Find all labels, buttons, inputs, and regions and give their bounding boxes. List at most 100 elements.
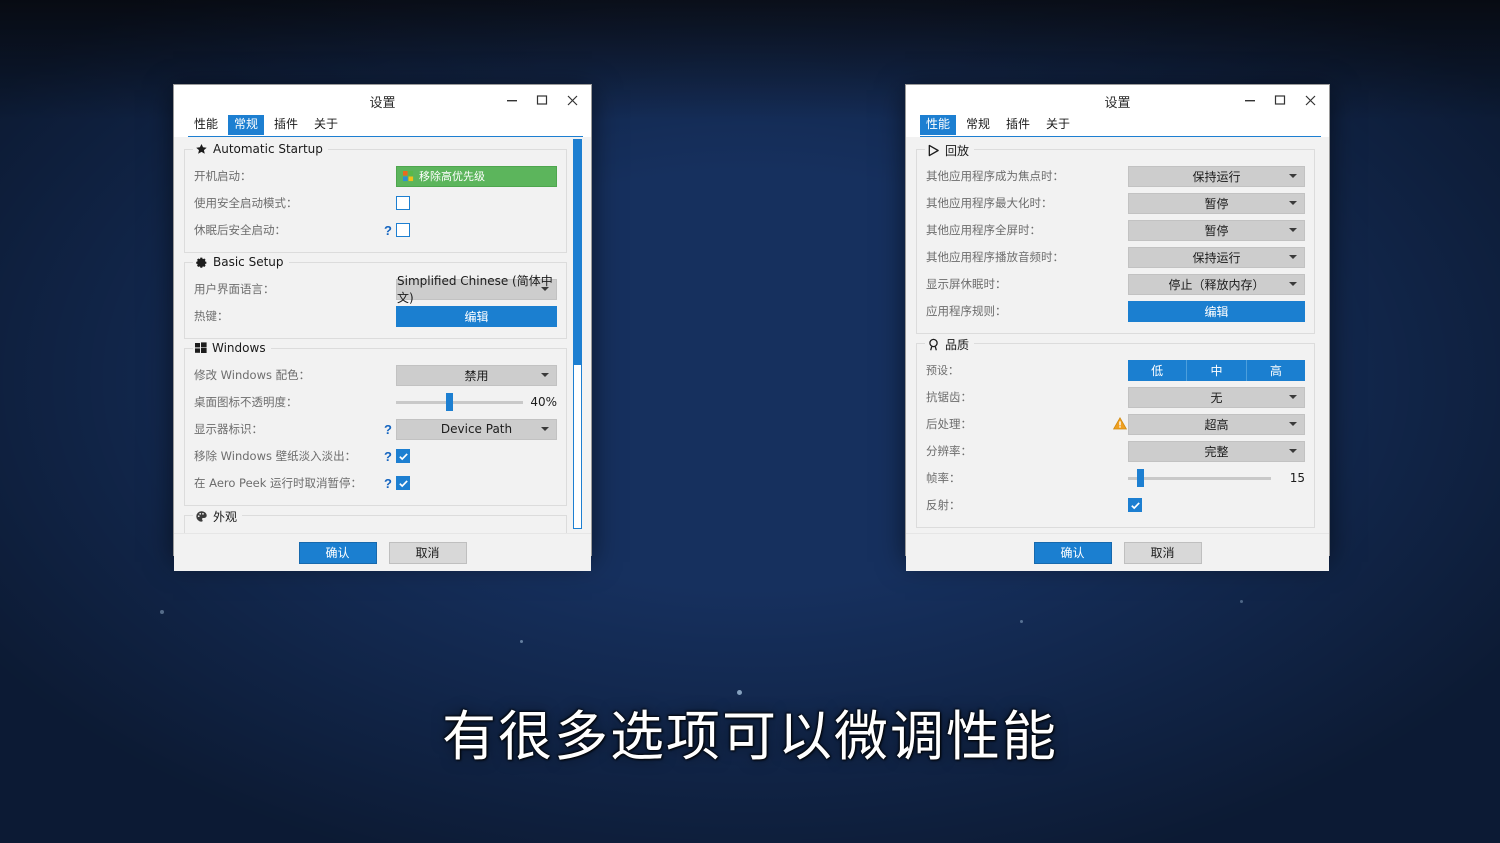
- row-label: 桌面图标不透明度：: [194, 395, 298, 409]
- tab-plugins[interactable]: 插件: [268, 115, 304, 135]
- row-control: [396, 476, 557, 490]
- slider-knob[interactable]: [445, 393, 453, 411]
- combo-value: 无: [1210, 390, 1223, 405]
- help-icon[interactable]: ?: [384, 422, 392, 437]
- row-reflection: 反射：: [926, 492, 1305, 518]
- minimize-button[interactable]: [1235, 87, 1265, 113]
- row-label: 其他应用程序全屏时：: [926, 223, 1041, 237]
- slider-knob[interactable]: [1136, 469, 1144, 487]
- maximize-button[interactable]: [1265, 87, 1295, 113]
- desktop-icon-opacity-slider[interactable]: [396, 392, 523, 412]
- maximize-button[interactable]: [527, 87, 557, 113]
- right-window-titlebar[interactable]: 设置: [906, 85, 1329, 115]
- row-other-app-maximized: 其他应用程序最大化时： 暂停: [926, 190, 1305, 216]
- row-control: Simplified Chinese (简体中文): [396, 274, 557, 305]
- tab-performance[interactable]: 性能: [920, 115, 957, 135]
- cancel-button[interactable]: 取消: [388, 541, 467, 564]
- close-button[interactable]: [1295, 87, 1325, 113]
- right-window-controls: [1235, 85, 1325, 115]
- app-rules-edit-button[interactable]: 编辑: [1128, 300, 1305, 322]
- safe-start-after-hibernate-checkbox[interactable]: [396, 223, 410, 237]
- monitor-identification-select[interactable]: Device Path: [396, 418, 557, 440]
- row-resolution: 分辨率： 完整: [926, 438, 1305, 464]
- aero-peek-unpause-checkbox[interactable]: [396, 476, 410, 490]
- row-label: 在 Aero Peek 运行时取消暂停：: [194, 476, 363, 490]
- left-window-controls: [497, 85, 587, 115]
- settings-window-performance[interactable]: 设置 性能 常规 插件 关于 回放 其他应用程序成为焦点时： 保持运行 其他应用…: [905, 84, 1330, 571]
- row-other-app-focused: 其他应用程序成为焦点时： 保持运行: [926, 163, 1305, 189]
- help-icon[interactable]: ?: [384, 449, 392, 464]
- remove-high-priority-button[interactable]: 移除高优先级: [396, 165, 557, 187]
- ok-button[interactable]: 确认: [298, 541, 377, 564]
- windows-color-select[interactable]: 禁用: [396, 364, 557, 386]
- row-control: 超高: [1128, 413, 1305, 435]
- postprocessing-select[interactable]: 超高: [1128, 413, 1305, 435]
- close-button[interactable]: [557, 87, 587, 113]
- row-control: 禁用: [396, 364, 557, 386]
- combo-value: 保持运行: [1192, 250, 1241, 265]
- row-safe-start-mode: 使用安全启动模式：: [194, 190, 557, 216]
- right-window-tabbar[interactable]: 性能 常规 插件 关于: [906, 115, 1329, 138]
- row-display-sleep: 显示屏休眠时： 停止（释放内存）: [926, 271, 1305, 297]
- row-control: 无: [1128, 386, 1305, 408]
- ok-button[interactable]: 确认: [1033, 541, 1112, 564]
- row-postprocessing: 后处理： 超高: [926, 411, 1305, 437]
- group-title-playback: 回放: [925, 142, 975, 159]
- hotkeys-edit-button[interactable]: 编辑: [396, 305, 557, 327]
- other-app-maximized-select[interactable]: 暂停: [1128, 192, 1305, 214]
- row-label: 开机启动：: [194, 169, 252, 183]
- remove-wallpaper-fade-checkbox[interactable]: [396, 449, 410, 463]
- other-app-audio-select[interactable]: 保持运行: [1128, 246, 1305, 268]
- scrollbar-thumb[interactable]: [574, 140, 581, 366]
- group-basic-setup: Basic Setup 用户界面语言： Simplified Chinese (…: [184, 255, 567, 339]
- row-label: 抗锯齿：: [926, 390, 972, 404]
- row-control: 编辑: [1128, 300, 1305, 322]
- minimize-button[interactable]: [497, 87, 527, 113]
- reflection-checkbox[interactable]: [1128, 498, 1142, 512]
- other-app-focused-select[interactable]: 保持运行: [1128, 165, 1305, 187]
- display-sleep-select[interactable]: 停止（释放内存）: [1128, 273, 1305, 295]
- cancel-button[interactable]: 取消: [1123, 541, 1202, 564]
- tab-general[interactable]: 常规: [228, 115, 265, 135]
- preset-medium-button[interactable]: 中: [1187, 359, 1247, 381]
- left-content-scrollbar[interactable]: [573, 139, 582, 529]
- tab-general[interactable]: 常规: [960, 115, 996, 135]
- preset-low-button[interactable]: 低: [1128, 359, 1188, 381]
- chevron-down-icon: [1289, 174, 1297, 178]
- chevron-down-icon: [1289, 201, 1297, 205]
- help-icon[interactable]: ?: [384, 223, 392, 238]
- group-title-basic-setup: Basic Setup: [193, 255, 289, 269]
- group-label: 外观: [213, 510, 238, 524]
- tab-performance[interactable]: 性能: [188, 115, 224, 135]
- group-title-windows: Windows: [193, 341, 271, 355]
- row-aero-peek-unpause: 在 Aero Peek 运行时取消暂停： ?: [194, 470, 557, 496]
- framerate-slider[interactable]: [1128, 468, 1271, 488]
- preset-segmented-control[interactable]: 低 中 高: [1128, 359, 1305, 381]
- warning-icon[interactable]: [1112, 416, 1128, 432]
- row-control: [1128, 498, 1305, 512]
- safe-start-mode-checkbox[interactable]: [396, 196, 410, 210]
- row-other-app-fullscreen: 其他应用程序全屏时： 暂停: [926, 217, 1305, 243]
- antialiasing-select[interactable]: 无: [1128, 386, 1305, 408]
- star-icon: [195, 143, 208, 156]
- right-window-footer: 确认 取消: [906, 533, 1329, 571]
- resolution-select[interactable]: 完整: [1128, 440, 1305, 462]
- settings-window-general[interactable]: 设置 性能 常规 插件 关于 Automatic Startup 开机启动： 移…: [173, 84, 592, 571]
- chevron-down-icon: [541, 287, 549, 291]
- row-control: 移除高优先级: [396, 165, 557, 187]
- ui-language-select[interactable]: Simplified Chinese (简体中文): [396, 274, 557, 305]
- preset-high-button[interactable]: 高: [1246, 359, 1305, 381]
- left-window-titlebar[interactable]: 设置: [174, 85, 591, 115]
- row-help-slot: [1112, 416, 1128, 432]
- tab-plugins[interactable]: 插件: [1000, 115, 1036, 135]
- left-window-tabbar[interactable]: 性能 常规 插件 关于: [174, 115, 591, 138]
- tab-about[interactable]: 关于: [308, 115, 344, 135]
- other-app-fullscreen-select[interactable]: 暂停: [1128, 219, 1305, 241]
- row-label: 帧率：: [926, 471, 961, 485]
- help-icon[interactable]: ?: [384, 476, 392, 491]
- group-appearance: 外观: [184, 508, 567, 533]
- tab-about[interactable]: 关于: [1040, 115, 1076, 135]
- row-preset: 预设： 低 中 高: [926, 357, 1305, 383]
- row-control: Device Path: [396, 418, 557, 440]
- combo-value: 完整: [1204, 444, 1229, 459]
